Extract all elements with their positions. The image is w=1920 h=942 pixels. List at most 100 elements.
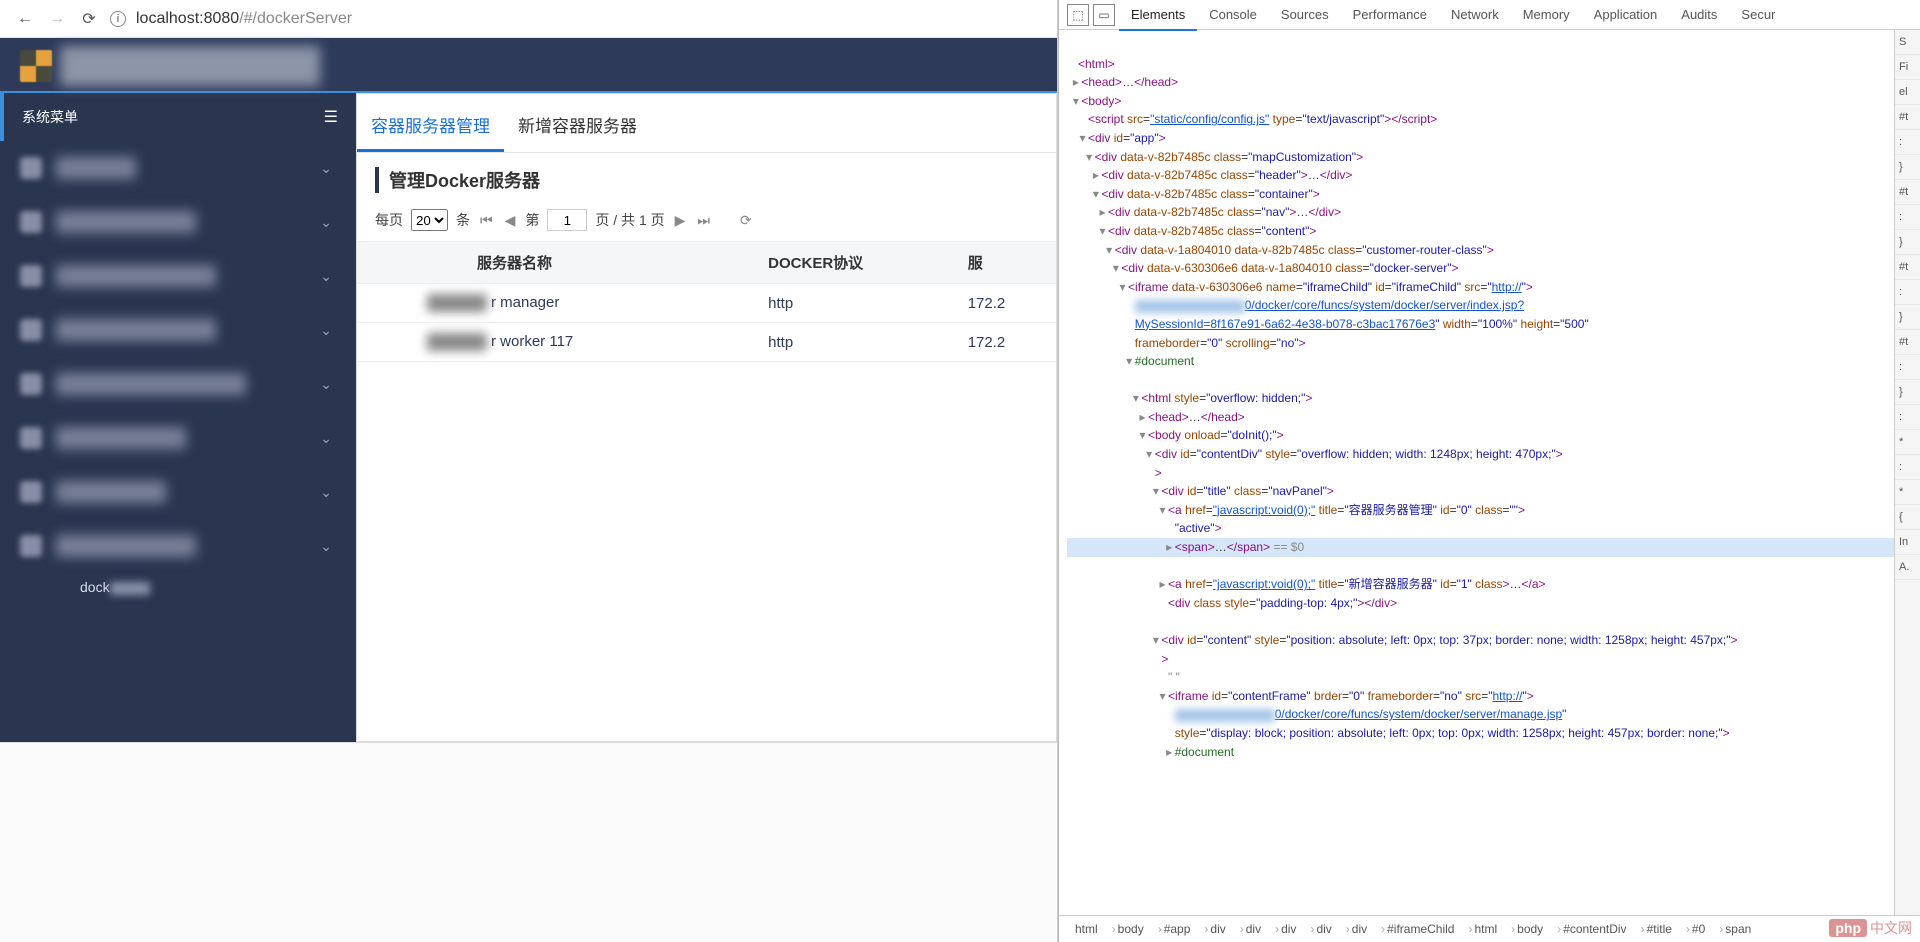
- dom-node[interactable]: ▾<div id="contentDiv" style="overflow: h…: [1067, 445, 1894, 464]
- dom-node[interactable]: ▾<html style="overflow: hidden;">: [1067, 389, 1894, 408]
- dom-node[interactable]: ▸<div data-v-82b7485c class="nav">…</div…: [1067, 203, 1894, 222]
- dom-node[interactable]: style="display: block; position: absolut…: [1067, 724, 1894, 743]
- devtools-tab-memory[interactable]: Memory: [1511, 0, 1582, 29]
- devtools-tab-network[interactable]: Network: [1439, 0, 1511, 29]
- first-page-icon[interactable]: ⏮: [478, 212, 495, 229]
- sidebar-item-0[interactable]: ⌄: [0, 141, 356, 195]
- dom-breadcrumb[interactable]: htmlbody#appdivdivdivdivdiv#iframeChildh…: [1059, 915, 1920, 942]
- devtools-tab-performance[interactable]: Performance: [1341, 0, 1439, 29]
- dom-node[interactable]: ▾<div data-v-630306e6 data-v-1a804010 cl…: [1067, 259, 1894, 278]
- sidebar-item-expanded[interactable]: dock: [0, 573, 356, 611]
- dom-node[interactable]: ▸<div data-v-82b7485c class="header">…</…: [1067, 166, 1894, 185]
- devtools-tab-sources[interactable]: Sources: [1269, 0, 1341, 29]
- breadcrumb-node[interactable]: html: [1460, 920, 1503, 938]
- breadcrumb-node[interactable]: div: [1338, 920, 1373, 938]
- dom-node[interactable]: [1067, 761, 1894, 780]
- dom-node[interactable]: ▾<iframe data-v-630306e6 name="iframeChi…: [1067, 278, 1894, 297]
- chevron-down-icon: ⌄: [320, 160, 332, 177]
- dom-node[interactable]: [1067, 612, 1894, 631]
- dom-node[interactable]: ▾<div data-v-82b7485c class="content">: [1067, 222, 1894, 241]
- breadcrumb-node[interactable]: div: [1232, 920, 1267, 938]
- sidebar-item-5[interactable]: ⌄: [0, 411, 356, 465]
- dom-node[interactable]: ▾<body>: [1067, 92, 1894, 111]
- devtools-tab-audits[interactable]: Audits: [1669, 0, 1729, 29]
- breadcrumb-node[interactable]: body: [1104, 920, 1150, 938]
- dom-node[interactable]: ▾#document: [1067, 352, 1894, 371]
- dom-node[interactable]: " ": [1067, 668, 1894, 687]
- dom-node[interactable]: ▾<div data-v-1a804010 data-v-82b7485c cl…: [1067, 241, 1894, 260]
- breadcrumb-node[interactable]: div: [1267, 920, 1302, 938]
- table-row[interactable]: r worker 117http172.2: [357, 323, 1056, 362]
- breadcrumb-node[interactable]: #iframeChild: [1373, 920, 1460, 938]
- page-input[interactable]: [547, 209, 587, 231]
- device-icon[interactable]: ▭: [1093, 4, 1115, 26]
- refresh-icon[interactable]: ⟳: [738, 212, 754, 229]
- bottom-gap: [0, 742, 1057, 942]
- dom-node[interactable]: >: [1067, 464, 1894, 483]
- dom-node[interactable]: ▸<a href="javascript:void(0);" title="新增…: [1067, 575, 1894, 594]
- sidebar-item-6[interactable]: ⌄: [0, 465, 356, 519]
- breadcrumb-node[interactable]: div: [1196, 920, 1231, 938]
- site-info-icon[interactable]: i: [110, 11, 126, 27]
- devtools-tab-secur[interactable]: Secur: [1729, 0, 1787, 29]
- forward-icon[interactable]: →: [46, 10, 68, 28]
- sidebar-item-7[interactable]: ⌄: [0, 519, 356, 573]
- dom-node[interactable]: ▸<span>…</span> == $0: [1067, 538, 1894, 557]
- dom-node[interactable]: >: [1067, 650, 1894, 669]
- inspect-icon[interactable]: ⬚: [1067, 4, 1089, 26]
- tab-add-container-server[interactable]: 新增容器服务器: [504, 100, 651, 152]
- dom-node[interactable]: frameborder="0" scrolling="no">: [1067, 334, 1894, 353]
- sidebar-item-3[interactable]: ⌄: [0, 303, 356, 357]
- reload-icon[interactable]: ⟳: [78, 9, 100, 29]
- devtools-tab-application[interactable]: Application: [1582, 0, 1670, 29]
- breadcrumb-node[interactable]: #title: [1633, 920, 1678, 938]
- dom-node[interactable]: ▾<div data-v-82b7485c class="mapCustomiz…: [1067, 148, 1894, 167]
- per-page-select[interactable]: 20: [411, 209, 448, 231]
- dom-node[interactable]: <div class style="padding-top: 4px;"></d…: [1067, 594, 1894, 613]
- dom-node[interactable]: <html>: [1067, 55, 1894, 74]
- tab-container-server-manage[interactable]: 容器服务器管理: [357, 100, 504, 152]
- next-page-icon[interactable]: ▶: [673, 212, 688, 229]
- page-label: 第: [525, 210, 539, 230]
- dom-node[interactable]: ▾<div id="content" style="position: abso…: [1067, 631, 1894, 650]
- table-row[interactable]: r managerhttp172.2: [357, 284, 1056, 323]
- breadcrumb-node[interactable]: #0: [1678, 920, 1711, 938]
- breadcrumb-node[interactable]: body: [1503, 920, 1549, 938]
- back-icon[interactable]: ←: [14, 10, 36, 28]
- breadcrumb-node[interactable]: div: [1302, 920, 1337, 938]
- breadcrumb-node[interactable]: #contentDiv: [1549, 920, 1632, 938]
- dom-node[interactable]: <script src="static/config/config.js" ty…: [1067, 110, 1894, 129]
- dom-node[interactable]: ▸<head>…</head>: [1067, 73, 1894, 92]
- address-bar[interactable]: localhost:8080/#/dockerServer: [136, 10, 1043, 28]
- dom-node[interactable]: [1067, 36, 1894, 55]
- dom-node[interactable]: "active">: [1067, 519, 1894, 538]
- dom-node[interactable]: ▾<body onload="doInit();">: [1067, 426, 1894, 445]
- devtools-tab-console[interactable]: Console: [1197, 0, 1269, 29]
- dom-node[interactable]: ▾<div data-v-82b7485c class="container">: [1067, 185, 1894, 204]
- breadcrumb-node[interactable]: html: [1069, 920, 1104, 938]
- dom-node[interactable]: ▾<div id="title" class="navPanel">: [1067, 482, 1894, 501]
- dom-node[interactable]: [1067, 371, 1894, 390]
- dom-node[interactable]: 0/docker/core/funcs/system/docker/server…: [1067, 296, 1894, 315]
- sidebar-item-1[interactable]: ⌄: [0, 195, 356, 249]
- dom-node[interactable]: ▸<head>…</head>: [1067, 408, 1894, 427]
- elements-tree[interactable]: <html> ▸<head>…</head> ▾<body> <script s…: [1059, 30, 1894, 915]
- dom-node[interactable]: MySessionId=8f167e91-6a62-4e38-b078-c3ba…: [1067, 315, 1894, 334]
- dom-node[interactable]: [1067, 557, 1894, 576]
- collapse-icon[interactable]: ☰: [324, 107, 338, 127]
- dom-node[interactable]: [1067, 780, 1894, 799]
- last-page-icon[interactable]: ⏭: [695, 212, 712, 229]
- sidebar-sub-docker[interactable]: dock: [20, 579, 150, 595]
- sidebar-item-4[interactable]: ⌄: [0, 357, 356, 411]
- watermark: php中文网: [1829, 918, 1912, 938]
- breadcrumb-node[interactable]: #app: [1150, 920, 1197, 938]
- dom-node[interactable]: ▾<a href="javascript:void(0);" title="容器…: [1067, 501, 1894, 520]
- dom-node[interactable]: ▾<iframe id="contentFrame" brder="0" fra…: [1067, 687, 1894, 706]
- dom-node[interactable]: ▸#document: [1067, 743, 1894, 762]
- sidebar-item-2[interactable]: ⌄: [0, 249, 356, 303]
- devtools-tab-elements[interactable]: Elements: [1119, 0, 1197, 31]
- prev-page-icon[interactable]: ◀: [503, 212, 518, 229]
- breadcrumb-node[interactable]: span: [1711, 920, 1757, 938]
- dom-node[interactable]: ▾<div id="app">: [1067, 129, 1894, 148]
- dom-node[interactable]: 0/docker/core/funcs/system/docker/server…: [1067, 705, 1894, 724]
